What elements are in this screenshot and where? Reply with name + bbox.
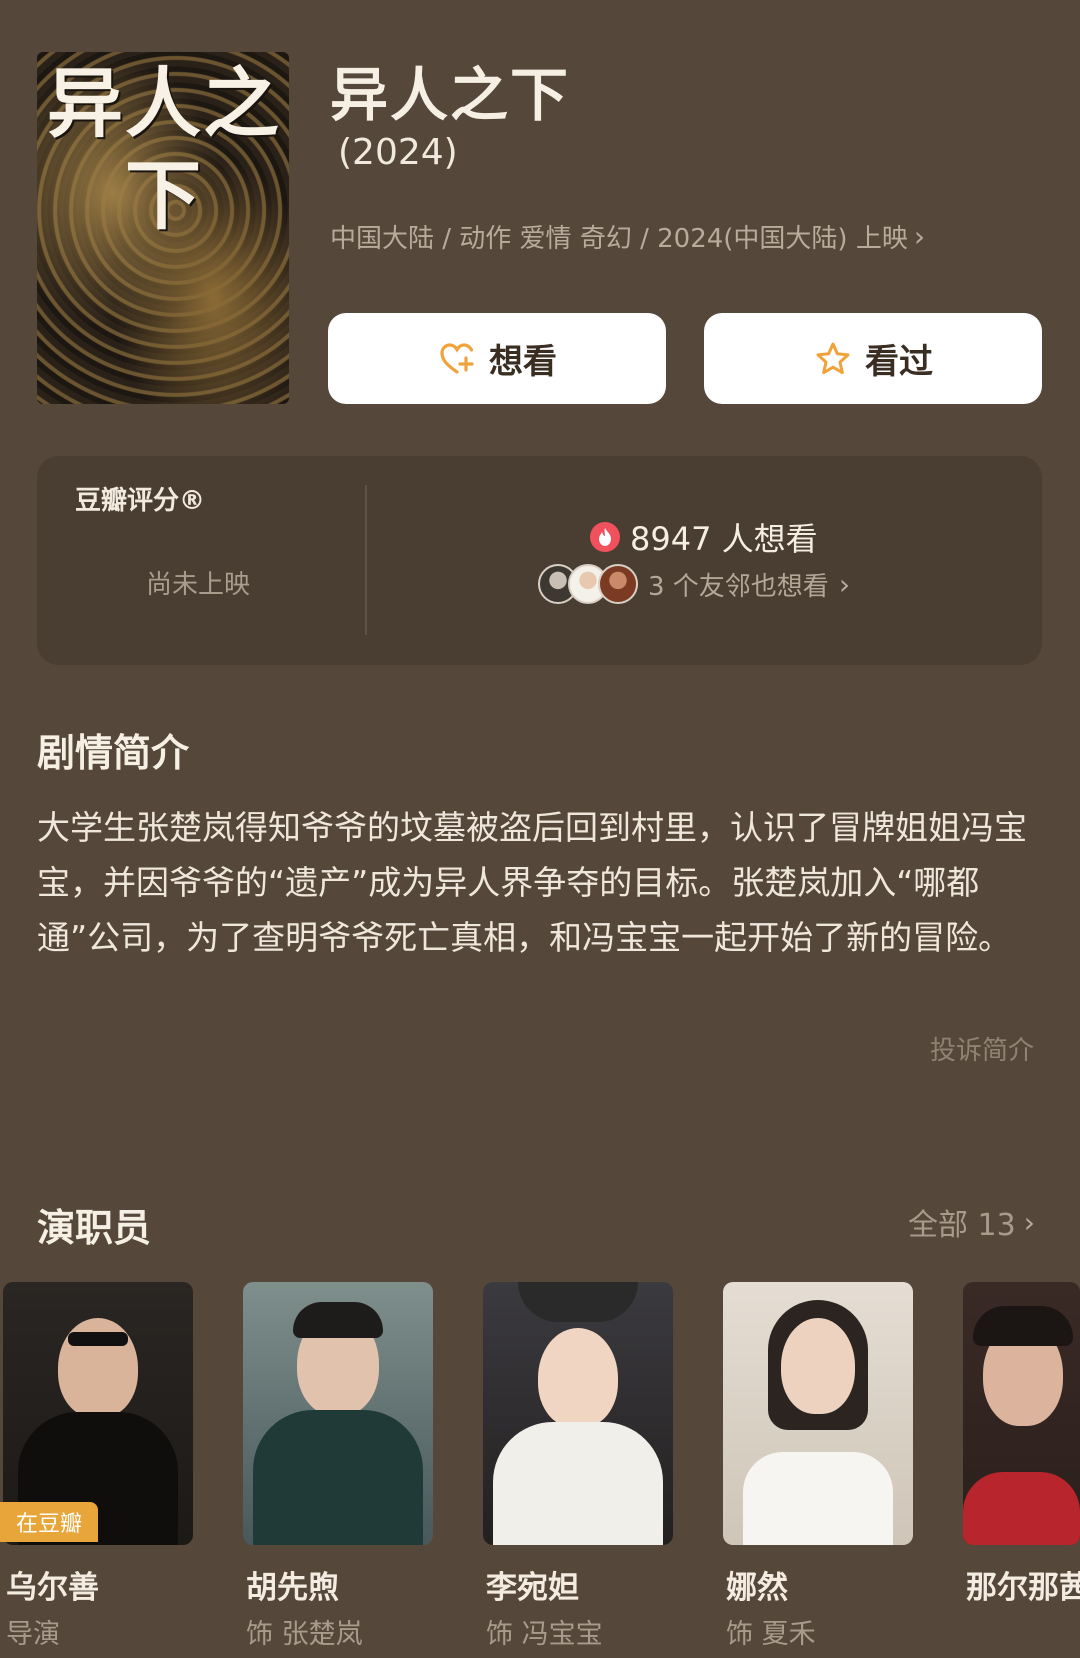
cast-name: 李宛妲 bbox=[486, 1570, 579, 1606]
want-count-text: 8947 人想看 bbox=[630, 520, 818, 558]
fire-icon bbox=[590, 522, 620, 552]
chevron-right-icon: › bbox=[913, 220, 926, 253]
heart-plus-icon bbox=[440, 342, 474, 374]
movie-year: (2024) bbox=[338, 132, 458, 173]
cast-name: 那尔那茜 bbox=[966, 1570, 1080, 1606]
chevron-right-icon: › bbox=[838, 567, 851, 601]
movie-meta-link[interactable]: 中国大陆 / 动作 爱情 奇幻 / 2024(中国大陆) 上映 › bbox=[330, 218, 925, 255]
want-to-watch-button[interactable]: 想看 bbox=[328, 313, 666, 404]
avatar bbox=[598, 564, 638, 604]
cast-all-link[interactable]: 全部 13 › bbox=[908, 1200, 1035, 1244]
synopsis-title: 剧情简介 bbox=[37, 731, 190, 775]
watched-button[interactable]: 看过 bbox=[704, 313, 1042, 404]
cast-name: 娜然 bbox=[726, 1570, 788, 1606]
poster-image[interactable]: 异人之下 bbox=[37, 52, 289, 404]
cast-all-label: 全部 13 bbox=[908, 1208, 1016, 1243]
star-icon bbox=[816, 342, 850, 374]
cast-name: 胡先煦 bbox=[246, 1570, 339, 1606]
cast-photo[interactable] bbox=[963, 1282, 1080, 1545]
poster-title-art: 异人之下 bbox=[47, 59, 281, 240]
synopsis-text: 大学生张楚岚得知爷爷的坟墓被盗后回到村里，认识了冒牌姐姐冯宝宝，并因爷爷的“遗产… bbox=[37, 808, 1027, 957]
friends-want-link[interactable]: 3 个友邻也想看 › bbox=[538, 564, 850, 604]
on-douban-badge: 在豆瓣 bbox=[0, 1502, 98, 1542]
rating-status: 尚未上映 bbox=[146, 570, 251, 600]
cast-photo[interactable] bbox=[243, 1282, 433, 1545]
watched-label: 看过 bbox=[865, 342, 933, 382]
friends-want-text: 3 个友邻也想看 bbox=[648, 571, 829, 602]
cast-role: 饰 冯宝宝 bbox=[486, 1619, 603, 1650]
douban-rating-label: 豆瓣评分® bbox=[75, 486, 206, 516]
want-to-watch-label: 想看 bbox=[489, 342, 557, 382]
cast-photo[interactable] bbox=[723, 1282, 913, 1545]
want-count: 8947 人想看 bbox=[590, 514, 818, 560]
rating-divider bbox=[365, 485, 367, 635]
complain-synopsis-link[interactable]: 投诉简介 bbox=[930, 1030, 1034, 1067]
cast-name: 乌尔善 bbox=[6, 1570, 99, 1606]
cast-role: 饰 张楚岚 bbox=[246, 1619, 363, 1650]
friend-avatars bbox=[538, 564, 638, 604]
chevron-right-icon: › bbox=[1023, 1205, 1035, 1239]
movie-title: 异人之下 bbox=[330, 61, 571, 129]
cast-section-title: 演职员 bbox=[37, 1206, 152, 1250]
cast-role: 饰 夏禾 bbox=[726, 1619, 816, 1650]
movie-meta-text: 中国大陆 / 动作 爱情 奇幻 / 2024(中国大陆) 上映 bbox=[330, 224, 908, 254]
cast-photo[interactable] bbox=[483, 1282, 673, 1545]
cast-role: 导演 bbox=[6, 1619, 60, 1650]
